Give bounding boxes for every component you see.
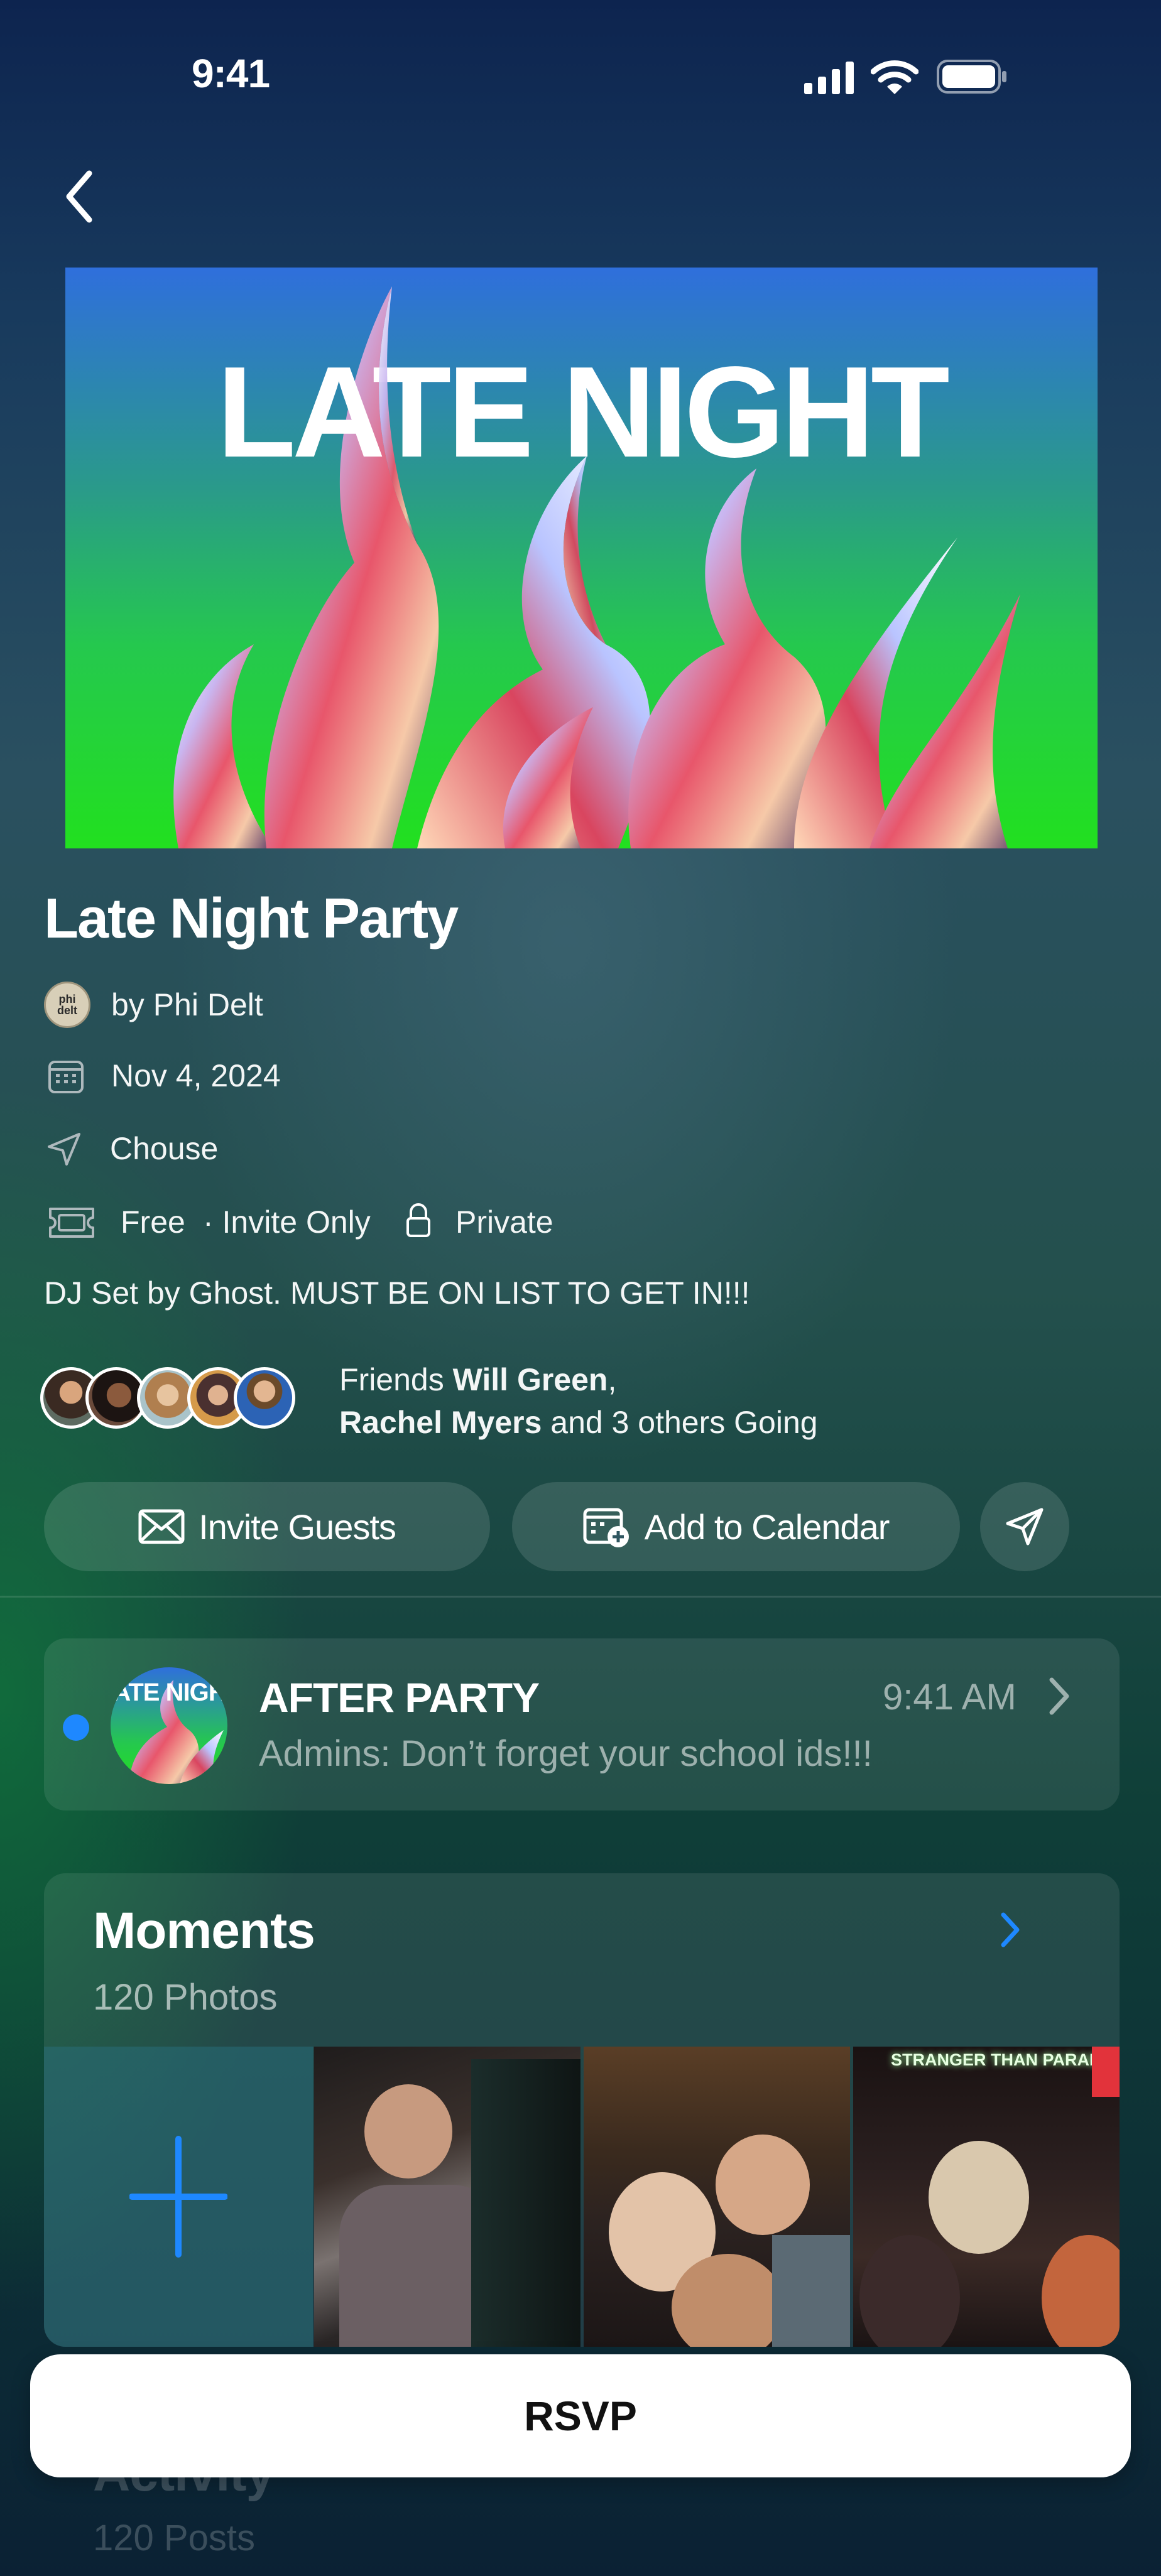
event-location[interactable]: Chouse — [110, 1130, 218, 1167]
envelope-icon — [138, 1509, 185, 1544]
event-privacy: Private — [455, 1204, 553, 1240]
photo-person-dark — [859, 2235, 960, 2347]
photo-red-light — [1092, 2047, 1120, 2097]
section-divider — [0, 1596, 1161, 1598]
add-to-calendar-label: Add to Calendar — [644, 1507, 890, 1547]
calendar-add-icon — [583, 1508, 629, 1547]
event-date: Nov 4, 2024 — [111, 1058, 281, 1093]
moment-photo-2[interactable] — [584, 2047, 850, 2347]
battery-icon — [936, 59, 1008, 97]
add-to-calendar-button[interactable]: Add to Calendar — [512, 1482, 960, 1571]
host-name[interactable]: by Phi Delt — [111, 987, 263, 1023]
moments-title: Moments — [93, 1902, 315, 1959]
rsvp-button[interactable]: RSVP — [30, 2354, 1131, 2477]
moments-see-all-button[interactable] — [985, 1905, 1035, 1955]
event-price: Free — [121, 1204, 185, 1240]
event-title: Late Night Party — [44, 887, 459, 950]
chevron-left-icon — [66, 170, 92, 223]
lock-icon — [400, 1201, 437, 1238]
plus-icon — [129, 2136, 227, 2258]
back-button[interactable] — [63, 162, 113, 231]
activity-count: 120 Posts — [93, 2518, 255, 2558]
chevron-right-blue-icon — [1001, 1912, 1020, 1947]
status-time: 9:41 — [192, 51, 270, 96]
calendar-icon — [47, 1058, 85, 1095]
rsvp-label: RSVP — [524, 2393, 637, 2439]
host-logo-text: phi delt — [57, 993, 77, 1017]
friend-name-2: Rachel Myers — [339, 1405, 542, 1440]
chat-thumbnail-text: LATE NIGHT — [111, 1679, 227, 1706]
location-arrow-icon — [45, 1130, 83, 1168]
photo-person-right — [471, 2059, 580, 2347]
chat-card-after-party[interactable]: LATE NIGHT AFTER PARTY 9:41 AM Admins: D… — [44, 1638, 1120, 1810]
wifi-icon — [870, 59, 919, 99]
invite-guests-label: Invite Guests — [199, 1507, 396, 1547]
invite-guests-button[interactable]: Invite Guests — [44, 1482, 490, 1571]
photo-person-red-hair — [1042, 2235, 1120, 2347]
moments-count: 120 Photos — [93, 1977, 278, 2018]
photo-person-face — [364, 2084, 452, 2178]
friends-prefix: Friends — [339, 1362, 453, 1397]
chat-preview: Admins: Don’t forget your school ids!!! — [259, 1733, 873, 1774]
event-invite-type: · Invite Only — [203, 1204, 371, 1240]
photo-neon-sign: STRANGER THAN PARADISE — [891, 2050, 1120, 2069]
friend-avatar-5 — [234, 1367, 295, 1429]
host-avatar[interactable]: phi delt — [44, 982, 90, 1028]
photo-person-hair — [929, 2141, 1029, 2254]
friend-name-1: Will Green — [452, 1362, 608, 1397]
friends-going-text[interactable]: Friends Will Green, Rachel Myers and 3 o… — [339, 1358, 905, 1444]
send-icon — [1006, 1508, 1044, 1545]
chat-title: AFTER PARTY — [259, 1674, 540, 1721]
unread-dot — [63, 1714, 89, 1741]
add-photo-button[interactable] — [44, 2047, 313, 2347]
chevron-right-icon — [1048, 1676, 1071, 1719]
friends-comma: , — [608, 1362, 617, 1397]
cellular-signal-icon — [804, 62, 854, 97]
chat-time: 9:41 AM — [883, 1677, 1017, 1718]
moment-photo-1[interactable] — [314, 2047, 580, 2347]
chat-thumbnail: LATE NIGHT — [111, 1667, 227, 1784]
moment-photo-3[interactable]: STRANGER THAN PARADISE — [853, 2047, 1120, 2347]
photo-person-face-2 — [716, 2135, 810, 2235]
photo-person-shirt — [772, 2235, 850, 2347]
friends-suffix: and 3 others Going — [542, 1405, 818, 1440]
event-banner: LATE NIGHT — [65, 268, 1098, 848]
ticket-icon — [48, 1204, 95, 1242]
share-button[interactable] — [980, 1482, 1069, 1571]
event-description: DJ Set by Ghost. MUST BE ON LIST TO GET … — [44, 1275, 750, 1311]
